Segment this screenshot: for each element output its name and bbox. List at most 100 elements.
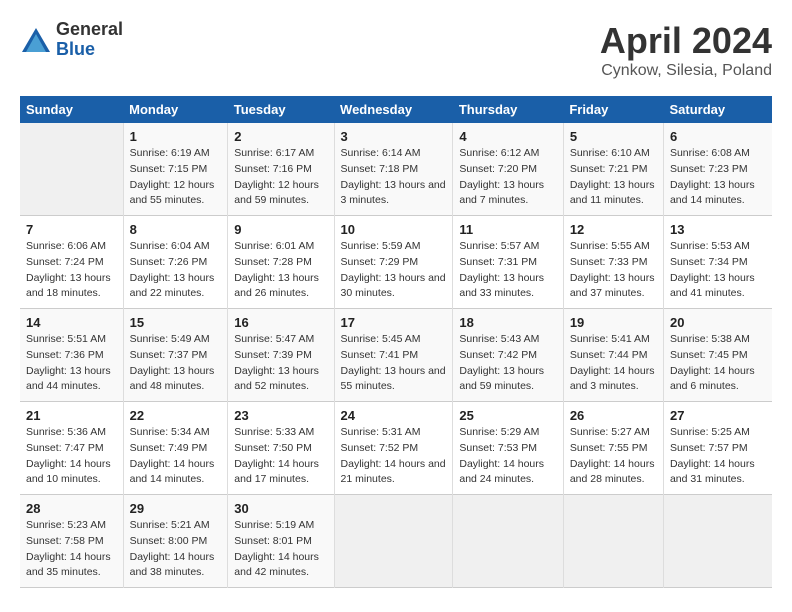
day-cell-w4-d3 — [334, 495, 453, 588]
cell-detail: Sunrise: 5:33 AMSunset: 7:50 PMDaylight:… — [234, 425, 327, 488]
week-row-0: 1Sunrise: 6:19 AMSunset: 7:15 PMDaylight… — [20, 123, 772, 216]
logo-icon — [20, 26, 52, 54]
day-number: 3 — [341, 129, 447, 144]
calendar-body: 1Sunrise: 6:19 AMSunset: 7:15 PMDaylight… — [20, 123, 772, 588]
day-number: 24 — [341, 408, 447, 423]
day-cell-w4-d5 — [563, 495, 663, 588]
day-cell-w0-d5: 5 Sunrise: 6:10 AMSunset: 7:21 PMDaylight… — [563, 123, 663, 216]
day-cell-w1-d2: 9Sunrise: 6:01 AMSunset: 7:28 PMDaylight… — [228, 216, 334, 309]
week-row-1: 7Sunrise: 6:06 AMSunset: 7:24 PMDaylight… — [20, 216, 772, 309]
day-cell-w2-d3: 17 Sunrise: 5:45 AMSunset: 7:41 PMDayligh… — [334, 309, 453, 402]
header-monday: Monday — [123, 96, 228, 123]
cell-detail: Sunrise: 5:47 AMSunset: 7:39 PMDaylight:… — [234, 332, 327, 395]
day-number: 21 — [26, 408, 117, 423]
cell-detail: Sunrise: 6:06 AMSunset: 7:24 PMDaylight:… — [26, 239, 117, 302]
day-cell-w1-d4: 11 Sunrise: 5:57 AMSunset: 7:31 PMDayligh… — [453, 216, 563, 309]
cell-detail: Sunrise: 5:34 AMSunset: 7:49 PMDaylight:… — [130, 425, 222, 488]
day-number: 15 — [130, 315, 222, 330]
day-number: 17 — [341, 315, 447, 330]
day-cell-w0-d6: 6 Sunrise: 6:08 AMSunset: 7:23 PMDaylight… — [663, 123, 772, 216]
week-row-4: 28Sunrise: 5:23 AMSunset: 7:58 PMDayligh… — [20, 495, 772, 588]
day-cell-w4-d4 — [453, 495, 563, 588]
day-number: 22 — [130, 408, 222, 423]
day-number: 6 — [670, 129, 766, 144]
day-cell-w1-d5: 12 Sunrise: 5:55 AMSunset: 7:33 PMDayligh… — [563, 216, 663, 309]
day-cell-w2-d1: 15 Sunrise: 5:49 AMSunset: 7:37 PMDayligh… — [123, 309, 228, 402]
header-tuesday: Tuesday — [228, 96, 334, 123]
day-cell-w0-d3: 3 Sunrise: 6:14 AMSunset: 7:18 PMDaylight… — [334, 123, 453, 216]
day-number: 13 — [670, 222, 766, 237]
header-saturday: Saturday — [663, 96, 772, 123]
cell-detail: Sunrise: 5:41 AMSunset: 7:44 PMDaylight:… — [570, 332, 657, 395]
week-row-2: 14 Sunrise: 5:51 AMSunset: 7:36 PMDayligh… — [20, 309, 772, 402]
day-cell-w3-d6: 27Sunrise: 5:25 AMSunset: 7:57 PMDayligh… — [663, 402, 772, 495]
logo-text: General Blue — [56, 20, 123, 60]
day-number: 1 — [130, 129, 222, 144]
day-cell-w3-d0: 21 Sunrise: 5:36 AMSunset: 7:47 PMDayligh… — [20, 402, 123, 495]
day-cell-w0-d0 — [20, 123, 123, 216]
header-thursday: Thursday — [453, 96, 563, 123]
calendar-table: Sunday Monday Tuesday Wednesday Thursday… — [20, 96, 772, 588]
day-cell-w1-d0: 7Sunrise: 6:06 AMSunset: 7:24 PMDaylight… — [20, 216, 123, 309]
day-number: 25 — [459, 408, 556, 423]
header-row: Sunday Monday Tuesday Wednesday Thursday… — [20, 96, 772, 123]
header-friday: Friday — [563, 96, 663, 123]
day-number: 18 — [459, 315, 556, 330]
cell-detail: Sunrise: 5:57 AMSunset: 7:31 PMDaylight:… — [459, 239, 556, 302]
title-block: April 2024 Cynkow, Silesia, Poland — [600, 20, 772, 80]
cell-detail: Sunrise: 5:19 AMSunset: 8:01 PMDaylight:… — [234, 518, 327, 581]
cell-detail: Sunrise: 5:27 AMSunset: 7:55 PMDaylight:… — [570, 425, 657, 488]
day-cell-w3-d2: 23 Sunrise: 5:33 AMSunset: 7:50 PMDayligh… — [228, 402, 334, 495]
day-number: 23 — [234, 408, 327, 423]
day-cell-w4-d0: 28Sunrise: 5:23 AMSunset: 7:58 PMDayligh… — [20, 495, 123, 588]
day-cell-w1-d3: 10Sunrise: 5:59 AMSunset: 7:29 PMDayligh… — [334, 216, 453, 309]
day-number: 4 — [459, 129, 556, 144]
day-number: 14 — [26, 315, 117, 330]
day-number: 10 — [341, 222, 447, 237]
cell-detail: Sunrise: 6:14 AMSunset: 7:18 PMDaylight:… — [341, 146, 447, 209]
day-number: 16 — [234, 315, 327, 330]
cell-detail: Sunrise: 5:45 AMSunset: 7:41 PMDaylight:… — [341, 332, 447, 395]
day-number: 29 — [130, 501, 222, 516]
day-cell-w3-d1: 22 Sunrise: 5:34 AMSunset: 7:49 PMDayligh… — [123, 402, 228, 495]
day-cell-w2-d2: 16 Sunrise: 5:47 AMSunset: 7:39 PMDayligh… — [228, 309, 334, 402]
day-cell-w1-d1: 8 Sunrise: 6:04 AMSunset: 7:26 PMDaylight… — [123, 216, 228, 309]
location-subtitle: Cynkow, Silesia, Poland — [600, 62, 772, 80]
day-number: 5 — [570, 129, 657, 144]
cell-detail: Sunrise: 6:04 AMSunset: 7:26 PMDaylight:… — [130, 239, 222, 302]
day-cell-w0-d1: 1Sunrise: 6:19 AMSunset: 7:15 PMDaylight… — [123, 123, 228, 216]
cell-detail: Sunrise: 5:29 AMSunset: 7:53 PMDaylight:… — [459, 425, 556, 488]
cell-detail: Sunrise: 6:08 AMSunset: 7:23 PMDaylight:… — [670, 146, 766, 209]
cell-detail: Sunrise: 5:23 AMSunset: 7:58 PMDaylight:… — [26, 518, 117, 581]
day-number: 9 — [234, 222, 327, 237]
day-number: 19 — [570, 315, 657, 330]
day-cell-w2-d6: 20Sunrise: 5:38 AMSunset: 7:45 PMDayligh… — [663, 309, 772, 402]
day-cell-w0-d4: 4Sunrise: 6:12 AMSunset: 7:20 PMDaylight… — [453, 123, 563, 216]
day-number: 2 — [234, 129, 327, 144]
day-cell-w1-d6: 13Sunrise: 5:53 AMSunset: 7:34 PMDayligh… — [663, 216, 772, 309]
day-cell-w4-d6 — [663, 495, 772, 588]
week-row-3: 21 Sunrise: 5:36 AMSunset: 7:47 PMDayligh… — [20, 402, 772, 495]
day-cell-w3-d5: 26 Sunrise: 5:27 AMSunset: 7:55 PMDayligh… — [563, 402, 663, 495]
day-number: 12 — [570, 222, 657, 237]
page-header: General Blue April 2024 Cynkow, Silesia,… — [20, 20, 772, 80]
day-number: 26 — [570, 408, 657, 423]
day-cell-w3-d4: 25 Sunrise: 5:29 AMSunset: 7:53 PMDayligh… — [453, 402, 563, 495]
cell-detail: Sunrise: 5:43 AMSunset: 7:42 PMDaylight:… — [459, 332, 556, 395]
day-cell-w4-d1: 29Sunrise: 5:21 AMSunset: 8:00 PMDayligh… — [123, 495, 228, 588]
cell-detail: Sunrise: 5:51 AMSunset: 7:36 PMDaylight:… — [26, 332, 117, 395]
cell-detail: Sunrise: 6:10 AMSunset: 7:21 PMDaylight:… — [570, 146, 657, 209]
cell-detail: Sunrise: 5:31 AMSunset: 7:52 PMDaylight:… — [341, 425, 447, 488]
cell-detail: Sunrise: 5:38 AMSunset: 7:45 PMDaylight:… — [670, 332, 766, 395]
day-cell-w4-d2: 30Sunrise: 5:19 AMSunset: 8:01 PMDayligh… — [228, 495, 334, 588]
logo: General Blue — [20, 20, 123, 60]
day-number: 8 — [130, 222, 222, 237]
cell-detail: Sunrise: 5:36 AMSunset: 7:47 PMDaylight:… — [26, 425, 117, 488]
day-number: 11 — [459, 222, 556, 237]
cell-detail: Sunrise: 5:55 AMSunset: 7:33 PMDaylight:… — [570, 239, 657, 302]
month-title: April 2024 — [600, 20, 772, 62]
cell-detail: Sunrise: 5:49 AMSunset: 7:37 PMDaylight:… — [130, 332, 222, 395]
cell-detail: Sunrise: 6:17 AMSunset: 7:16 PMDaylight:… — [234, 146, 327, 209]
header-sunday: Sunday — [20, 96, 123, 123]
day-cell-w2-d0: 14 Sunrise: 5:51 AMSunset: 7:36 PMDayligh… — [20, 309, 123, 402]
